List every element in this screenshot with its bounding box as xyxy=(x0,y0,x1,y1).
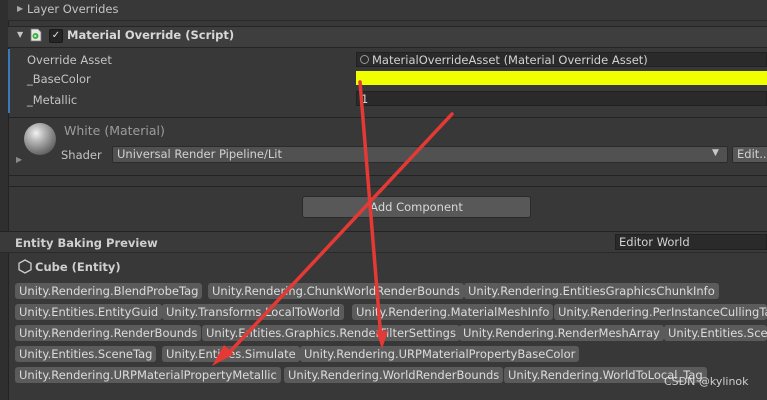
chevron-down-icon: ▼ xyxy=(712,148,719,158)
divider xyxy=(8,175,767,176)
component-tag[interactable]: Unity.Rendering.BlendProbeTag xyxy=(15,283,203,299)
script-icon xyxy=(30,28,42,42)
component-tag[interactable]: Unity.Rendering.RenderMeshArray xyxy=(459,325,664,341)
metallic-field[interactable] xyxy=(356,91,767,106)
component-tag[interactable]: Unity.Entities.SceneTag xyxy=(15,346,157,362)
material-preview-sphere xyxy=(24,123,56,155)
basecolor-label: _BaseColor xyxy=(27,72,91,86)
component-tag[interactable]: Unity.Transforms.LocalToWorld xyxy=(162,304,344,320)
entity-cube-icon xyxy=(18,259,32,274)
shader-dropdown-value: Universal Render Pipeline/Lit xyxy=(117,147,282,161)
metallic-value: 1 xyxy=(361,92,369,106)
component-tag[interactable]: Unity.Rendering.WorldRenderBounds xyxy=(284,367,504,383)
component-tag[interactable]: Unity.Entities.Simulate xyxy=(162,346,300,362)
entity-baking-preview-title: Entity Baking Preview xyxy=(15,236,158,250)
metallic-label: _Metallic xyxy=(27,93,78,107)
component-title: Material Override (Script) xyxy=(67,28,235,42)
asset-object-icon xyxy=(360,55,369,64)
component-foldout-arrow-icon[interactable]: ▼ xyxy=(17,30,23,39)
component-tag[interactable]: Unity.Rendering.PerInstanceCullingTag xyxy=(554,304,767,320)
world-selector-value: Editor World xyxy=(619,235,690,249)
override-asset-value: MaterialOverrideAsset (Material Override… xyxy=(372,53,648,67)
override-accent-bar xyxy=(8,49,10,113)
layer-overrides-foldout[interactable] xyxy=(8,0,767,21)
divider xyxy=(8,117,767,118)
watermark: CSDN @kylinok xyxy=(664,375,749,388)
component-tag[interactable]: Unity.Rendering.RenderBounds xyxy=(15,325,202,341)
layer-overrides-label[interactable]: Layer Overrides xyxy=(27,2,118,16)
foldout-arrow-icon[interactable]: ▶ xyxy=(17,4,23,13)
basecolor-color-field[interactable] xyxy=(356,71,767,85)
component-enabled-checkbox[interactable]: ✓ xyxy=(49,29,63,43)
material-foldout-arrow-icon[interactable]: ▶ xyxy=(16,155,22,164)
component-tag[interactable]: Unity.Entities.Graphics.RenderFilterSett… xyxy=(202,325,460,341)
shader-edit-label: Edit... xyxy=(737,147,767,161)
shader-label: Shader xyxy=(61,148,102,162)
divider xyxy=(8,186,767,187)
material-title: White (Material) xyxy=(64,123,165,138)
component-tag[interactable]: Unity.Entities.EntityGuid xyxy=(15,304,163,320)
component-tag[interactable]: Unity.Rendering.URPMaterialPropertyBaseC… xyxy=(300,346,580,362)
component-tag[interactable]: Unity.Rendering.ChunkWorldRenderBounds xyxy=(208,283,464,299)
override-asset-label: Override Asset xyxy=(27,53,112,67)
component-tag[interactable]: Unity.Rendering.MaterialMeshInfo xyxy=(352,304,554,320)
add-component-label: Add Component xyxy=(370,200,463,214)
entity-name: Cube (Entity) xyxy=(35,260,121,274)
component-tag[interactable]: Unity.Rendering.URPMaterialPropertyMetal… xyxy=(15,367,281,383)
component-tag[interactable]: Unity.Rendering.EntitiesGraphicsChunkInf… xyxy=(464,283,719,299)
component-tag[interactable]: Unity.Entities.SceneSection xyxy=(664,325,767,341)
